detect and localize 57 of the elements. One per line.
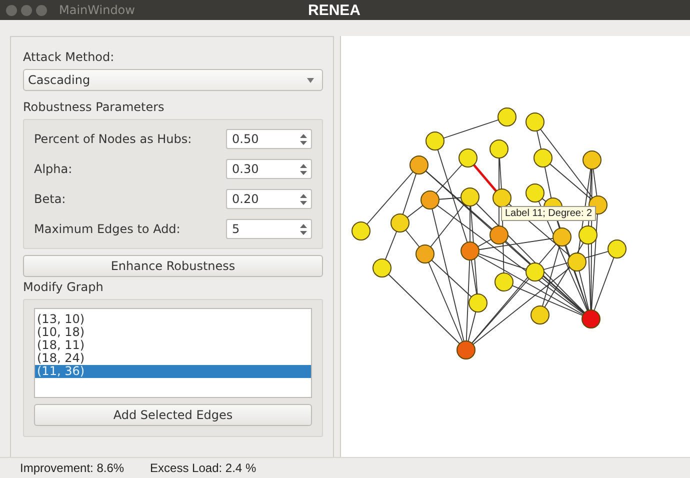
spin-box[interactable]: 0.30: [226, 159, 312, 179]
spin-box[interactable]: 0.20: [226, 189, 312, 209]
spin-arrows-icon: [300, 194, 307, 204]
graph-node[interactable]: [456, 340, 476, 360]
graph-node[interactable]: [578, 226, 598, 244]
graph-node[interactable]: [410, 156, 428, 174]
graph-node[interactable]: [534, 148, 552, 168]
graph-node[interactable]: [352, 222, 370, 240]
graph-node[interactable]: [526, 112, 544, 132]
graph-node[interactable]: [426, 132, 444, 150]
spin-arrows-icon: [300, 134, 307, 144]
graph-node[interactable]: [460, 242, 480, 260]
parameter-label: Maximum Edges to Add:: [34, 222, 180, 236]
graph-node[interactable]: [608, 240, 626, 258]
graph-node[interactable]: [526, 184, 544, 202]
add-selected-edges-button[interactable]: Add Selected Edges: [34, 404, 312, 426]
parameter-label: Beta:: [34, 192, 66, 206]
graph-node[interactable]: [372, 258, 392, 278]
graph-node[interactable]: [490, 140, 508, 158]
graph-node[interactable]: [582, 150, 602, 170]
graph-node[interactable]: [552, 228, 572, 246]
graph-node[interactable]: [468, 294, 488, 312]
spin-arrows-icon: [300, 164, 307, 174]
spin-box[interactable]: 0.50: [226, 129, 312, 149]
list-item[interactable]: (13, 10): [35, 313, 311, 326]
list-item[interactable]: (18, 11): [35, 339, 311, 352]
graph-node[interactable]: [498, 108, 516, 126]
list-item[interactable]: (10, 18): [35, 326, 311, 339]
status-text: Excess Load: 2.4 %: [150, 461, 256, 475]
graph-node[interactable]: [492, 188, 512, 208]
parameter-label: Alpha:: [34, 162, 72, 176]
spin-arrows-icon: [300, 224, 307, 234]
group-title: Robustness Parameters: [23, 99, 166, 115]
graph-node[interactable]: [582, 310, 600, 328]
graph-node[interactable]: [568, 252, 586, 272]
graph-node[interactable]: [526, 262, 544, 282]
caret-icon: [307, 78, 314, 82]
graph-node[interactable]: [530, 306, 550, 324]
attack-method-label: Attack Method:: [23, 49, 116, 65]
graph-node[interactable]: [490, 226, 508, 244]
app-title: RENEA: [308, 2, 361, 18]
group-title: Modify Graph: [23, 279, 104, 295]
graph-node[interactable]: [416, 244, 434, 264]
enhance-robustness-button[interactable]: Enhance Robustness: [23, 255, 323, 277]
window-title: MainWindow: [59, 3, 135, 17]
graph-node[interactable]: [390, 214, 410, 232]
status-text: Improvement: 8.6%: [20, 461, 124, 475]
graph-node[interactable]: [420, 190, 440, 210]
node-tooltip: Label 11; Degree: 2: [501, 206, 596, 221]
spin-box[interactable]: 5: [226, 219, 312, 239]
parameter-label: Percent of Nodes as Hubs:: [34, 132, 192, 146]
graph-node[interactable]: [494, 272, 514, 292]
list-item[interactable]: (11, 36): [35, 365, 311, 378]
attack-method-dropdown[interactable]: Cascading: [23, 69, 323, 91]
graph-node[interactable]: [460, 188, 480, 206]
list-item[interactable]: (18, 24): [35, 352, 311, 365]
graph-node[interactable]: [458, 148, 478, 168]
